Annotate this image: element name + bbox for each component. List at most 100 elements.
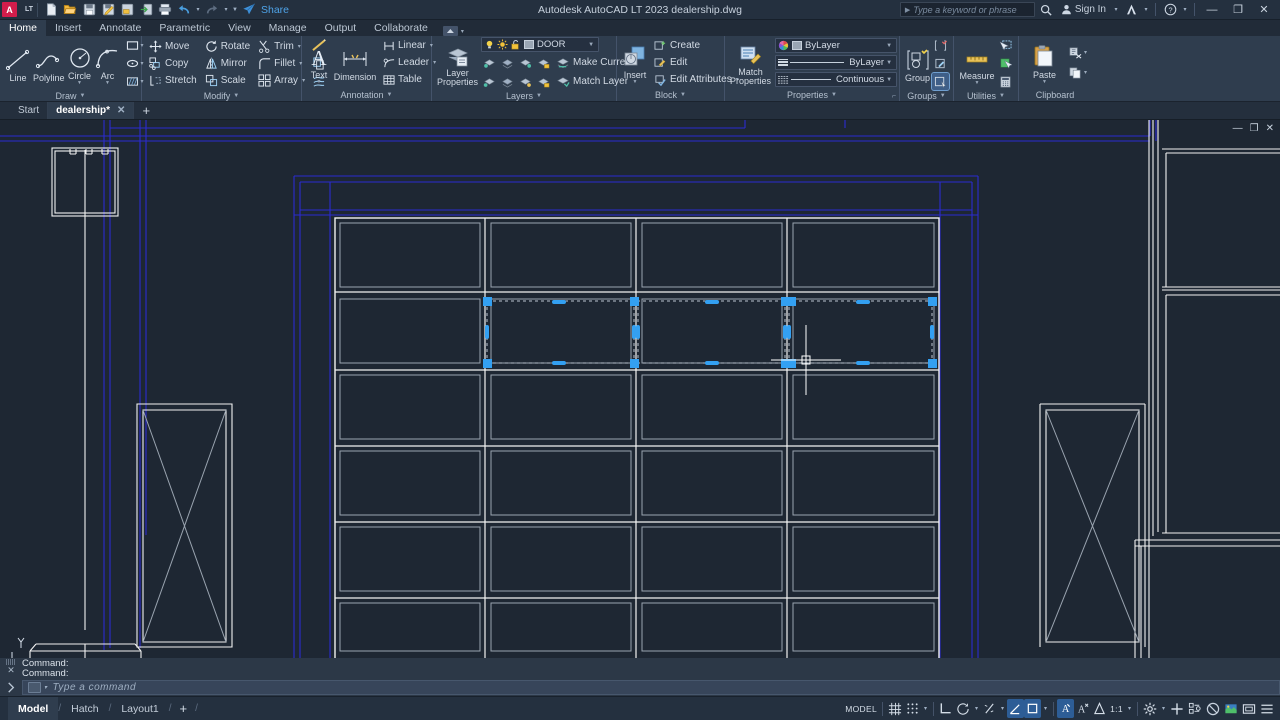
layer-turn-all-on-icon[interactable] (481, 73, 498, 90)
search-icon[interactable] (1037, 1, 1055, 18)
copy-clip-dropdown-icon[interactable]: ▾ (1084, 69, 1087, 76)
annotation-scale-dropdown-icon[interactable]: ▾ (1125, 699, 1134, 718)
layer-properties-tool[interactable]: Layer Properties (436, 41, 479, 87)
snap-dropdown-icon[interactable]: ▾ (921, 699, 930, 718)
paste-tool[interactable]: Paste ▼ (1023, 41, 1066, 85)
arc-dropdown-icon[interactable]: ▼ (105, 80, 110, 86)
workspace-switching-icon[interactable] (1141, 699, 1159, 718)
new-layout-button[interactable]: + (172, 701, 196, 716)
tab-annotate[interactable]: Annotate (90, 20, 150, 36)
plot-icon[interactable] (156, 1, 174, 18)
customization-menu-icon[interactable] (1258, 699, 1276, 718)
layout-tab-model[interactable]: Model (8, 696, 59, 720)
polar-dropdown-icon[interactable]: ▾ (972, 699, 981, 718)
trim-dropdown-icon[interactable]: ▾ (298, 43, 301, 50)
layout-tab-hatch[interactable]: Hatch (61, 697, 108, 720)
clean-screen-icon[interactable] (1222, 699, 1240, 718)
paste-dropdown-icon[interactable]: ▼ (1042, 79, 1047, 85)
trim-tool[interactable]: Trim ▾ (255, 39, 308, 55)
object-snap-tracking-toggle[interactable] (1007, 699, 1024, 718)
app-menu-dropdown-icon[interactable]: ▾ (1112, 1, 1120, 18)
text-dropdown-icon[interactable]: ▼ (317, 79, 322, 85)
annotation-scale-visibility-toggle[interactable] (1091, 699, 1108, 718)
undo-icon[interactable] (175, 1, 193, 18)
circle-tool[interactable]: Circle ▼ (66, 42, 94, 86)
redo-icon[interactable] (203, 1, 221, 18)
ellipse-tool-icon[interactable] (124, 55, 141, 72)
command-line-grip[interactable]: ✕ (4, 659, 18, 675)
ribbon-minimize-icon[interactable] (442, 26, 458, 36)
insert-dropdown-icon[interactable]: ▼ (633, 79, 638, 85)
viewport-minimize[interactable]: — (1233, 124, 1243, 134)
panel-layers-title[interactable]: Layers ▼ (434, 90, 614, 101)
graphics-performance-icon[interactable] (1204, 699, 1222, 718)
redo-dropdown-icon[interactable]: ▾ (222, 1, 230, 18)
help-icon[interactable]: ? (1161, 1, 1179, 18)
isometric-dropdown-icon[interactable]: ▾ (998, 699, 1007, 718)
match-properties-tool[interactable]: Match Properties (729, 40, 772, 86)
restore-button[interactable]: ❐ (1226, 0, 1250, 19)
tab-parametric[interactable]: Parametric (150, 20, 219, 36)
layer-thaw-all-icon[interactable] (499, 73, 516, 90)
polar-tracking-toggle[interactable] (954, 699, 972, 718)
command-line-close-icon[interactable]: ✕ (7, 666, 15, 675)
model-space-button[interactable]: MODEL (843, 699, 879, 718)
layer-freeze-icon[interactable] (499, 54, 516, 71)
panel-groups-title[interactable]: Groups ▼ (902, 90, 951, 101)
isolate-objects-icon[interactable] (1186, 699, 1204, 718)
isometric-drafting-toggle[interactable] (981, 699, 998, 718)
group-edit-icon[interactable] (932, 55, 949, 72)
save-as-icon[interactable] (99, 1, 117, 18)
panel-groups-expand-icon[interactable]: ▼ (940, 93, 946, 99)
command-prompt-badge[interactable] (28, 681, 41, 693)
array-tool[interactable]: Array ▾ (255, 73, 308, 89)
layer-on-icon[interactable] (484, 39, 495, 50)
autodesk-account-icon[interactable] (1122, 1, 1140, 18)
layer-thaw-icon[interactable] (497, 39, 508, 50)
properties-dialog-launcher-icon[interactable]: ⌐ (892, 93, 896, 100)
object-snap-toggle[interactable] (1024, 699, 1041, 718)
group-tool[interactable]: Group (904, 44, 931, 83)
autocad-logo-icon[interactable]: A (2, 2, 17, 17)
command-input[interactable]: ▾ Type a command (22, 679, 1280, 695)
leader-tool[interactable]: Leader ▾ (380, 55, 439, 71)
osnap-dropdown-icon[interactable]: ▾ (1041, 699, 1050, 718)
color-dropdown-icon[interactable]: ▼ (884, 43, 894, 49)
panel-block-title[interactable]: Block ▼ (619, 88, 722, 101)
panel-utilities-title[interactable]: Utilities ▼ (956, 90, 1016, 101)
panel-utilities-expand-icon[interactable]: ▼ (999, 93, 1005, 99)
ungroup-icon[interactable] (932, 37, 949, 54)
insert-block-tool[interactable]: Insert ▼ (621, 41, 649, 85)
group-selection-on-icon[interactable] (931, 72, 951, 91)
cut-icon[interactable] (1067, 44, 1084, 61)
close-button[interactable]: ✕ (1252, 0, 1276, 19)
share-icon[interactable] (240, 1, 258, 18)
ortho-mode-toggle[interactable] (937, 699, 954, 718)
tab-view[interactable]: View (219, 20, 260, 36)
arc-tool[interactable]: Arc ▼ (94, 42, 122, 86)
hardware-acceleration-icon[interactable] (1168, 699, 1186, 718)
text-tool[interactable]: A Text ▼ (306, 41, 332, 85)
workspace-dropdown-icon[interactable]: ▾ (1159, 699, 1168, 718)
maximize-viewport-icon[interactable] (1240, 699, 1258, 718)
scale-tool[interactable]: Scale (202, 73, 253, 89)
tab-home[interactable]: Home (0, 20, 47, 36)
viewport-close[interactable]: ✕ (1266, 124, 1274, 134)
transparency-toggle[interactable]: A (1074, 699, 1091, 718)
linetype-dropdown-icon[interactable]: ▼ (884, 77, 894, 83)
viewport-restore[interactable]: ❐ (1250, 124, 1259, 134)
ribbon-minimize-dropdown-icon[interactable]: ▾ (461, 28, 464, 35)
layer-off-icon[interactable] (517, 54, 534, 71)
circle-dropdown-icon[interactable]: ▼ (77, 80, 82, 86)
panel-draw-title[interactable]: Draw ▼ (2, 90, 139, 101)
minimize-button[interactable]: — (1200, 0, 1224, 19)
panel-annotation-title[interactable]: Annotation ▼ (304, 88, 429, 101)
tab-insert[interactable]: Insert (46, 20, 90, 36)
table-tool[interactable]: Table (380, 72, 439, 88)
panel-properties-expand-icon[interactable]: ▼ (831, 92, 837, 98)
layer-dropdown-icon[interactable]: ▼ (586, 42, 596, 48)
close-tab-icon[interactable]: ✕ (117, 105, 125, 116)
file-tab-start[interactable]: Start (10, 102, 49, 119)
polyline-tool[interactable]: Polyline (32, 44, 66, 83)
object-color-selector[interactable]: ByLayer ▼ (775, 38, 898, 53)
